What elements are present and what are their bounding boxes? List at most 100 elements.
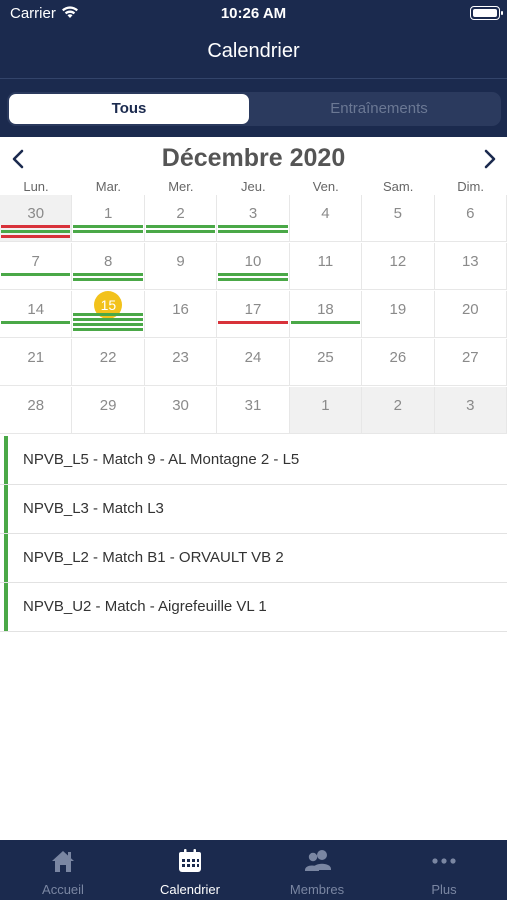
event-color-stripe — [4, 436, 8, 484]
calendar-day[interactable]: 26 — [362, 339, 435, 386]
event-row[interactable]: NPVB_L2 - Match B1 - ORVAULT VB 2 — [0, 534, 507, 583]
event-title: NPVB_L3 - Match L3 — [23, 500, 164, 517]
weekday-header: Lun. Mar. Mer. Jeu. Ven. Sam. Dim. — [0, 179, 507, 195]
calendar-day[interactable]: 8 — [72, 243, 145, 290]
event-title: NPVB_U2 - Match - Aigrefeuille VL 1 — [23, 598, 267, 615]
event-bar-green — [145, 225, 216, 228]
event-bar-red — [1, 225, 71, 228]
weekday-label: Lun. — [23, 179, 49, 194]
day-number: 31 — [244, 397, 262, 414]
event-bar-green — [1, 230, 71, 233]
calendar-day[interactable]: 28 — [0, 387, 73, 434]
segment-all[interactable]: Tous — [9, 94, 249, 124]
calendar-day[interactable]: 6 — [434, 195, 507, 242]
day-number: 20 — [461, 301, 479, 318]
day-number: 21 — [27, 349, 45, 366]
weekday-label: Dim. — [457, 179, 484, 194]
calendar-day[interactable]: 1 — [72, 195, 145, 242]
tab-label: Calendrier — [160, 882, 220, 897]
calendar-day[interactable]: 17 — [217, 291, 290, 338]
day-number: 8 — [103, 253, 113, 270]
event-bar-green — [290, 321, 361, 324]
day-number: 1 — [321, 397, 330, 414]
calendar-day[interactable]: 30 — [0, 195, 73, 242]
calendar-day[interactable]: 21 — [0, 339, 73, 386]
calendar-grid: 30 1 2 3 4 5 6 7 8 9 10 11 12 13 14 15 16 17 18 19 20 21 22 23 2… — [0, 195, 507, 434]
tab-plus[interactable]: Plus — [381, 840, 507, 900]
event-bar-green — [73, 225, 143, 228]
event-bar-red — [218, 321, 288, 324]
event-color-stripe — [4, 583, 8, 631]
event-bar-green — [1, 321, 71, 324]
event-row[interactable]: NPVB_L5 - Match 9 - AL Montagne 2 - L5 — [0, 436, 507, 485]
event-bar-green — [73, 318, 143, 321]
calendar-day[interactable]: 27 — [434, 339, 507, 386]
event-color-stripe — [4, 534, 8, 582]
calendar-day[interactable]: 31 — [217, 387, 290, 434]
more-icon — [432, 858, 456, 864]
day-number: 23 — [172, 349, 189, 366]
calendar-day[interactable]: 14 — [0, 291, 73, 338]
day-number: 10 — [244, 253, 262, 270]
day-number: 2 — [393, 397, 403, 414]
calendar-day[interactable]: 9 — [144, 243, 218, 290]
tab-label: Accueil — [42, 882, 84, 897]
day-number: 3 — [248, 205, 258, 222]
calendar-day[interactable]: 1 — [289, 387, 363, 434]
battery-icon — [470, 6, 503, 20]
calendar-day[interactable]: 2 — [144, 195, 218, 242]
day-number: 18 — [317, 301, 334, 318]
home-icon — [52, 851, 74, 872]
tab-accueil[interactable]: Accueil — [0, 840, 126, 900]
calendar-day[interactable]: 30 — [144, 387, 218, 434]
event-bar-green — [218, 230, 288, 233]
calendar-day[interactable]: 25 — [289, 339, 363, 386]
calendar-day[interactable]: 29 — [72, 387, 145, 434]
calendar-day[interactable]: 7 — [0, 243, 73, 290]
day-number: 28 — [27, 397, 45, 414]
day-number: 6 — [466, 205, 475, 222]
calendar-day[interactable]: 19 — [362, 291, 435, 338]
calendar-day[interactable]: 13 — [434, 243, 507, 290]
calendar-day[interactable]: 12 — [362, 243, 435, 290]
tab-calendrier[interactable]: Calendrier — [127, 840, 253, 900]
segment-trainings[interactable]: Entraînements — [259, 94, 499, 124]
calendar-day[interactable]: 3 — [434, 387, 507, 434]
calendar-day[interactable]: 4 — [289, 195, 363, 242]
calendar-day[interactable]: 24 — [217, 339, 290, 386]
day-number: 22 — [99, 349, 117, 366]
day-number: 17 — [244, 301, 262, 318]
chevron-right-icon[interactable] — [478, 148, 500, 170]
day-number: 26 — [389, 349, 407, 366]
event-bar-green — [1, 273, 71, 276]
event-bar-green — [73, 230, 143, 233]
calendar-day[interactable]: 16 — [144, 291, 218, 338]
tab-membres[interactable]: Membres — [254, 840, 380, 900]
calendar-day[interactable]: 5 — [362, 195, 435, 242]
event-bar-green — [73, 273, 143, 276]
day-number: 16 — [172, 301, 189, 318]
day-number: 3 — [466, 397, 475, 414]
day-number: 30 — [172, 397, 189, 414]
event-bar-green — [73, 313, 143, 316]
event-row[interactable]: NPVB_L3 - Match L3 — [0, 485, 507, 534]
calendar-day[interactable]: 10 — [217, 243, 290, 290]
members-icon — [305, 850, 331, 871]
event-bar-green — [73, 328, 143, 331]
calendar-day[interactable]: 18 — [289, 291, 363, 338]
calendar-day[interactable]: 2 — [362, 387, 435, 434]
status-bar: Carrier 10:26 AM — [0, 0, 507, 28]
day-number: 14 — [27, 301, 45, 318]
event-title: NPVB_L2 - Match B1 - ORVAULT VB 2 — [23, 549, 284, 566]
calendar-day[interactable]: 20 — [434, 291, 507, 338]
event-title: NPVB_L5 - Match 9 - AL Montagne 2 - L5 — [23, 451, 300, 468]
day-number: 11 — [317, 253, 334, 270]
calendar-day[interactable]: 11 — [289, 243, 363, 290]
event-row[interactable]: NPVB_U2 - Match - Aigrefeuille VL 1 — [0, 583, 507, 632]
calendar-day[interactable]: 22 — [72, 339, 145, 386]
event-bar-green — [218, 273, 288, 276]
calendar-day[interactable]: 15 — [72, 291, 145, 338]
calendar-day[interactable]: 3 — [217, 195, 290, 242]
calendar-day[interactable]: 23 — [144, 339, 218, 386]
day-number: 13 — [461, 253, 479, 270]
